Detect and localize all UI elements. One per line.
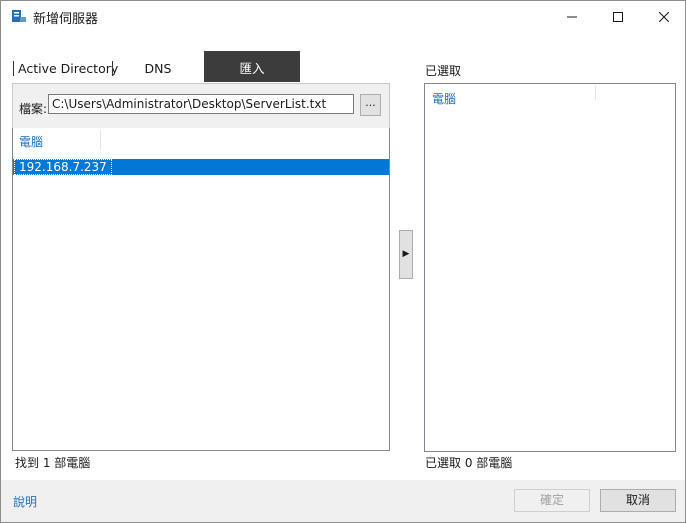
list-item-label: 192.168.7.237 xyxy=(14,159,112,175)
column-divider[interactable] xyxy=(595,86,596,100)
selected-title: 已選取 xyxy=(425,64,462,78)
dialog-footer: 說明 確定 取消 xyxy=(1,480,685,522)
maximize-icon xyxy=(613,11,623,22)
close-button[interactable] xyxy=(641,1,686,32)
available-computers-list[interactable]: 電腦 192.168.7.237 xyxy=(12,128,390,451)
list-item[interactable]: 192.168.7.237 xyxy=(13,159,389,175)
cancel-button[interactable]: 取消 xyxy=(600,489,676,512)
dialog-body: Active Directory DNS 匯入 檔案: ... 電腦 192.1… xyxy=(1,32,685,480)
server-manager-icon xyxy=(11,8,27,24)
file-path-input[interactable] xyxy=(48,94,354,114)
add-to-selected-button[interactable]: ▶ xyxy=(399,230,413,279)
file-import-panel: 檔案: ... xyxy=(12,83,390,129)
selected-computers-list[interactable]: 電腦 xyxy=(424,83,676,452)
minimize-icon xyxy=(567,16,577,17)
title-bar: 新增伺服器 xyxy=(1,1,685,32)
tab-import[interactable]: 匯入 xyxy=(204,51,300,82)
tab-active-directory[interactable]: Active Directory xyxy=(13,61,118,76)
browse-button[interactable]: ... xyxy=(360,94,381,116)
tab-label: Active Directory xyxy=(18,61,119,76)
close-icon xyxy=(659,11,669,22)
help-link[interactable]: 說明 xyxy=(13,493,37,510)
window-title: 新增伺服器 xyxy=(33,12,99,27)
tab-dns[interactable]: DNS xyxy=(113,61,203,76)
minimize-button[interactable] xyxy=(549,1,595,32)
column-header-computer[interactable]: 電腦 xyxy=(432,90,456,107)
found-count: 找到 1 部電腦 xyxy=(15,456,91,470)
file-label: 檔案: xyxy=(19,102,48,116)
maximize-button[interactable] xyxy=(595,1,641,32)
column-header-label: 電腦 xyxy=(19,135,44,149)
add-server-dialog: 新增伺服器 Active Directory DNS 匯入 檔案: ... 電腦 xyxy=(0,0,686,523)
right-arrow-icon: ▶ xyxy=(402,249,410,259)
column-header-computer[interactable]: 電腦 xyxy=(13,128,389,152)
selected-count: 已選取 0 部電腦 xyxy=(425,456,513,470)
ok-button[interactable]: 確定 xyxy=(514,489,590,512)
column-divider[interactable] xyxy=(100,130,101,150)
